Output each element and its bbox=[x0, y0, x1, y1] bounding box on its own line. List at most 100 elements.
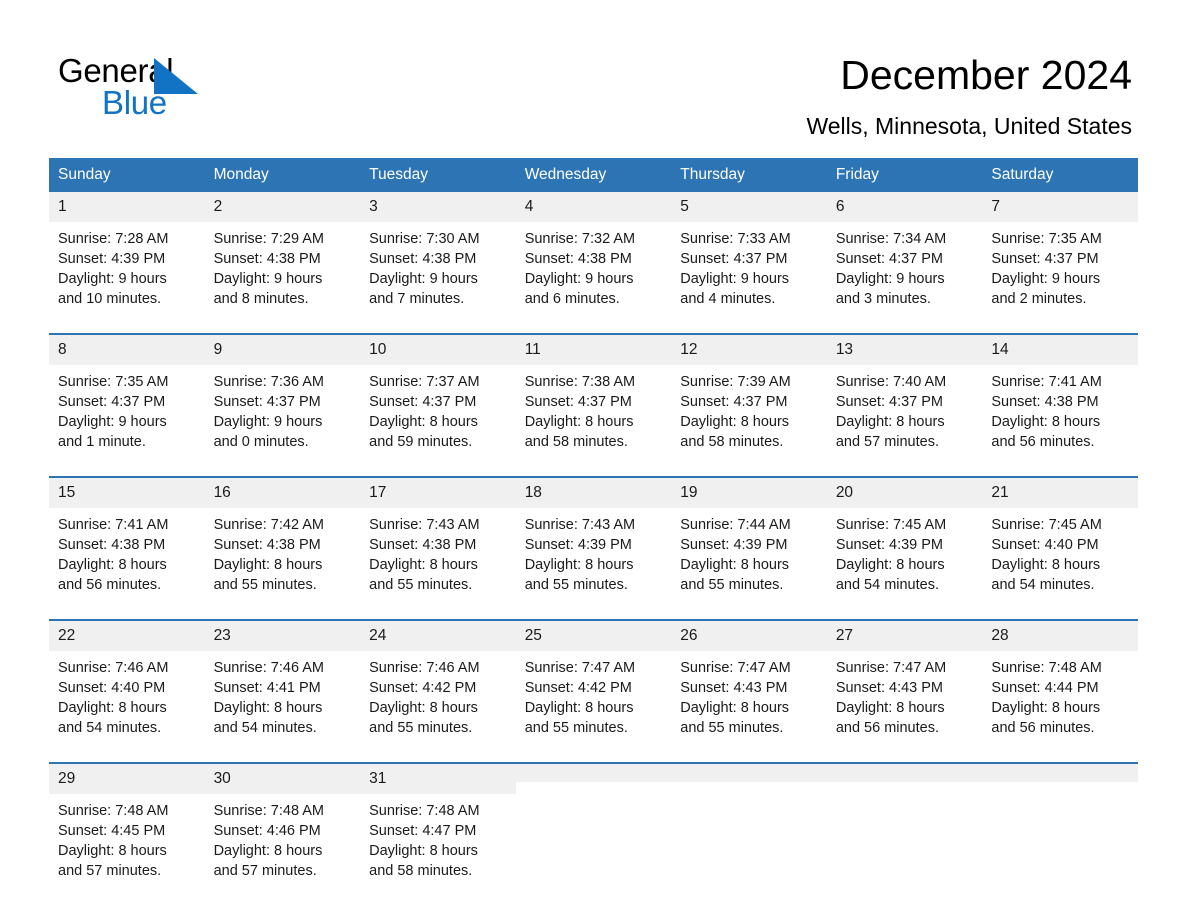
day-number: 9 bbox=[204, 335, 361, 365]
daylight-text: and 6 minutes. bbox=[524, 291, 620, 307]
daylight-text: and 56 minutes. bbox=[58, 577, 162, 593]
sunset-text: Sunset: 4:40 PM bbox=[58, 680, 166, 696]
day-details: Sunrise: 7:45 AM Sunset: 4:40 PM Daylight:… bbox=[982, 508, 1138, 599]
weekday-header-tuesday: Tuesday bbox=[360, 158, 516, 192]
calendar-day-cell[interactable]: 10 Sunrise: 7:37 AM Sunset: 4:37 PM Dayligh… bbox=[360, 333, 516, 456]
daylight-text: Daylight: 9 hours bbox=[991, 271, 1101, 287]
calendar-day-cell[interactable]: 25 Sunrise: 7:47 AM Sunset: 4:42 PM Dayligh… bbox=[515, 619, 672, 742]
generalblue-logo[interactable]: General Blue bbox=[58, 52, 318, 132]
daylight-text: Daylight: 8 hours bbox=[369, 414, 478, 430]
sunset-text: Sunset: 4:37 PM bbox=[680, 251, 788, 267]
calendar-day-cell[interactable]: 17 Sunrise: 7:43 AM Sunset: 4:38 PM Dayligh… bbox=[360, 476, 516, 599]
daylight-text: and 56 minutes. bbox=[991, 434, 1095, 450]
calendar-week-row: 8 Sunrise: 7:35 AM Sunset: 4:37 PM Daylight… bbox=[49, 333, 1138, 456]
daylight-text: and 1 minute. bbox=[58, 434, 146, 450]
daylight-text: Daylight: 8 hours bbox=[991, 700, 1101, 716]
sunrise-text: Sunrise: 7:33 AM bbox=[680, 231, 791, 247]
calendar-day-cell[interactable]: 7 Sunrise: 7:35 AM Sunset: 4:37 PM Daylight… bbox=[982, 192, 1138, 313]
calendar-day-cell[interactable]: 28 Sunrise: 7:48 AM Sunset: 4:44 PM Dayligh… bbox=[982, 619, 1138, 742]
daylight-text: Daylight: 8 hours bbox=[58, 843, 167, 859]
calendar-day-cell[interactable]: 14 Sunrise: 7:41 AM Sunset: 4:38 PM Dayligh… bbox=[982, 333, 1138, 456]
daylight-text: Daylight: 8 hours bbox=[213, 843, 323, 859]
title-block: December 2024 Wells, Minnesota, United S… bbox=[806, 50, 1132, 140]
calendar-day-cell[interactable]: 5 Sunrise: 7:33 AM Sunset: 4:37 PM Daylight… bbox=[671, 192, 827, 313]
day-details: Sunrise: 7:32 AM Sunset: 4:38 PM Daylight:… bbox=[516, 222, 672, 313]
calendar-day-cell[interactable]: 15 Sunrise: 7:41 AM Sunset: 4:38 PM Dayligh… bbox=[49, 476, 205, 599]
sunrise-text: Sunrise: 7:41 AM bbox=[58, 517, 169, 533]
daylight-text: Daylight: 8 hours bbox=[213, 557, 323, 573]
calendar-day-cell[interactable]: 1 Sunrise: 7:28 AM Sunset: 4:39 PM Daylight… bbox=[49, 192, 205, 313]
calendar-day-cell[interactable]: 12 Sunrise: 7:39 AM Sunset: 4:37 PM Dayligh… bbox=[671, 333, 827, 456]
day-details: Sunrise: 7:48 AM Sunset: 4:47 PM Daylight:… bbox=[360, 794, 516, 885]
calendar-day-cell[interactable]: 18 Sunrise: 7:43 AM Sunset: 4:39 PM Dayligh… bbox=[515, 476, 672, 599]
day-number: 22 bbox=[49, 621, 205, 651]
day-details bbox=[671, 782, 827, 866]
sunset-text: Sunset: 4:39 PM bbox=[680, 537, 788, 553]
day-number: 2 bbox=[204, 192, 361, 222]
calendar-day-cell-empty bbox=[515, 762, 672, 885]
daylight-text: Daylight: 8 hours bbox=[991, 414, 1101, 430]
daylight-text: Daylight: 8 hours bbox=[835, 414, 945, 430]
sunrise-text: Sunrise: 7:48 AM bbox=[991, 660, 1102, 676]
sunrise-text: Sunrise: 7:39 AM bbox=[680, 374, 791, 390]
day-number bbox=[826, 764, 983, 782]
day-number: 26 bbox=[671, 621, 827, 651]
sunset-text: Sunset: 4:39 PM bbox=[524, 537, 632, 553]
calendar-day-cell[interactable]: 9 Sunrise: 7:36 AM Sunset: 4:37 PM Daylight… bbox=[204, 333, 361, 456]
daylight-text: Daylight: 8 hours bbox=[680, 557, 790, 573]
day-number bbox=[982, 764, 1138, 782]
sunrise-text: Sunrise: 7:38 AM bbox=[524, 374, 636, 390]
sunset-text: Sunset: 4:37 PM bbox=[991, 251, 1099, 267]
sunset-text: Sunset: 4:37 PM bbox=[58, 394, 166, 410]
day-details: Sunrise: 7:47 AM Sunset: 4:43 PM Daylight:… bbox=[827, 651, 983, 742]
calendar-day-cell[interactable]: 29 Sunrise: 7:48 AM Sunset: 4:45 PM Dayligh… bbox=[49, 762, 205, 885]
calendar-day-cell[interactable]: 2 Sunrise: 7:29 AM Sunset: 4:38 PM Daylight… bbox=[204, 192, 361, 313]
daylight-text: and 8 minutes. bbox=[213, 291, 309, 307]
day-details: Sunrise: 7:41 AM Sunset: 4:38 PM Daylight:… bbox=[982, 365, 1138, 456]
day-number: 5 bbox=[671, 192, 827, 222]
calendar-day-cell[interactable]: 23 Sunrise: 7:46 AM Sunset: 4:41 PM Dayligh… bbox=[204, 619, 361, 742]
calendar-day-cell[interactable]: 3 Sunrise: 7:30 AM Sunset: 4:38 PM Daylight… bbox=[360, 192, 516, 313]
calendar-day-cell[interactable]: 8 Sunrise: 7:35 AM Sunset: 4:37 PM Daylight… bbox=[49, 333, 205, 456]
calendar-day-cell[interactable]: 22 Sunrise: 7:46 AM Sunset: 4:40 PM Dayligh… bbox=[49, 619, 205, 742]
day-number: 17 bbox=[360, 478, 516, 508]
calendar-page: General Blue December 2024 Wells, Minnes… bbox=[0, 0, 1188, 918]
sunset-text: Sunset: 4:37 PM bbox=[680, 394, 788, 410]
calendar-day-cell[interactable]: 27 Sunrise: 7:47 AM Sunset: 4:43 PM Dayligh… bbox=[826, 619, 983, 742]
daylight-text: and 55 minutes. bbox=[369, 577, 473, 593]
day-number: 29 bbox=[49, 764, 205, 794]
day-details: Sunrise: 7:43 AM Sunset: 4:39 PM Daylight:… bbox=[516, 508, 672, 599]
day-number: 19 bbox=[671, 478, 827, 508]
sunrise-text: Sunrise: 7:46 AM bbox=[213, 660, 324, 676]
sunrise-text: Sunrise: 7:48 AM bbox=[213, 803, 324, 819]
calendar-day-cell[interactable]: 30 Sunrise: 7:48 AM Sunset: 4:46 PM Dayligh… bbox=[204, 762, 361, 885]
sunset-text: Sunset: 4:38 PM bbox=[213, 537, 321, 553]
calendar-day-cell[interactable]: 13 Sunrise: 7:40 AM Sunset: 4:37 PM Dayligh… bbox=[826, 333, 983, 456]
calendar-day-cell[interactable]: 24 Sunrise: 7:46 AM Sunset: 4:42 PM Dayligh… bbox=[360, 619, 516, 742]
day-number bbox=[515, 764, 672, 782]
calendar-day-cell[interactable]: 19 Sunrise: 7:44 AM Sunset: 4:39 PM Dayligh… bbox=[671, 476, 827, 599]
daylight-text: Daylight: 8 hours bbox=[680, 700, 790, 716]
daylight-text: and 57 minutes. bbox=[835, 434, 939, 450]
calendar-day-cell[interactable]: 21 Sunrise: 7:45 AM Sunset: 4:40 PM Dayligh… bbox=[982, 476, 1138, 599]
daylight-text: Daylight: 8 hours bbox=[369, 843, 478, 859]
sunrise-text: Sunrise: 7:44 AM bbox=[680, 517, 791, 533]
sunset-text: Sunset: 4:40 PM bbox=[991, 537, 1099, 553]
day-number: 12 bbox=[671, 335, 827, 365]
calendar-day-cell[interactable]: 11 Sunrise: 7:38 AM Sunset: 4:37 PM Dayligh… bbox=[515, 333, 672, 456]
page-title: December 2024 bbox=[840, 52, 1132, 98]
day-details: Sunrise: 7:48 AM Sunset: 4:45 PM Daylight:… bbox=[49, 794, 205, 885]
day-number: 18 bbox=[515, 478, 672, 508]
week-spacer-cell bbox=[49, 456, 1138, 477]
sunrise-text: Sunrise: 7:41 AM bbox=[991, 374, 1102, 390]
daylight-text: Daylight: 8 hours bbox=[213, 700, 323, 716]
calendar-day-cell[interactable]: 20 Sunrise: 7:45 AM Sunset: 4:39 PM Dayligh… bbox=[826, 476, 983, 599]
sunset-text: Sunset: 4:38 PM bbox=[369, 251, 477, 267]
day-details: Sunrise: 7:46 AM Sunset: 4:41 PM Daylight:… bbox=[205, 651, 361, 742]
calendar-day-cell[interactable]: 4 Sunrise: 7:32 AM Sunset: 4:38 PM Daylight… bbox=[515, 192, 672, 313]
daylight-text: and 55 minutes. bbox=[213, 577, 317, 593]
calendar-day-cell[interactable]: 31 Sunrise: 7:48 AM Sunset: 4:47 PM Dayligh… bbox=[360, 762, 516, 885]
calendar-day-cell[interactable]: 26 Sunrise: 7:47 AM Sunset: 4:43 PM Dayligh… bbox=[671, 619, 827, 742]
calendar-day-cell[interactable]: 6 Sunrise: 7:34 AM Sunset: 4:37 PM Daylight… bbox=[826, 192, 983, 313]
calendar-day-cell[interactable]: 16 Sunrise: 7:42 AM Sunset: 4:38 PM Dayligh… bbox=[204, 476, 361, 599]
